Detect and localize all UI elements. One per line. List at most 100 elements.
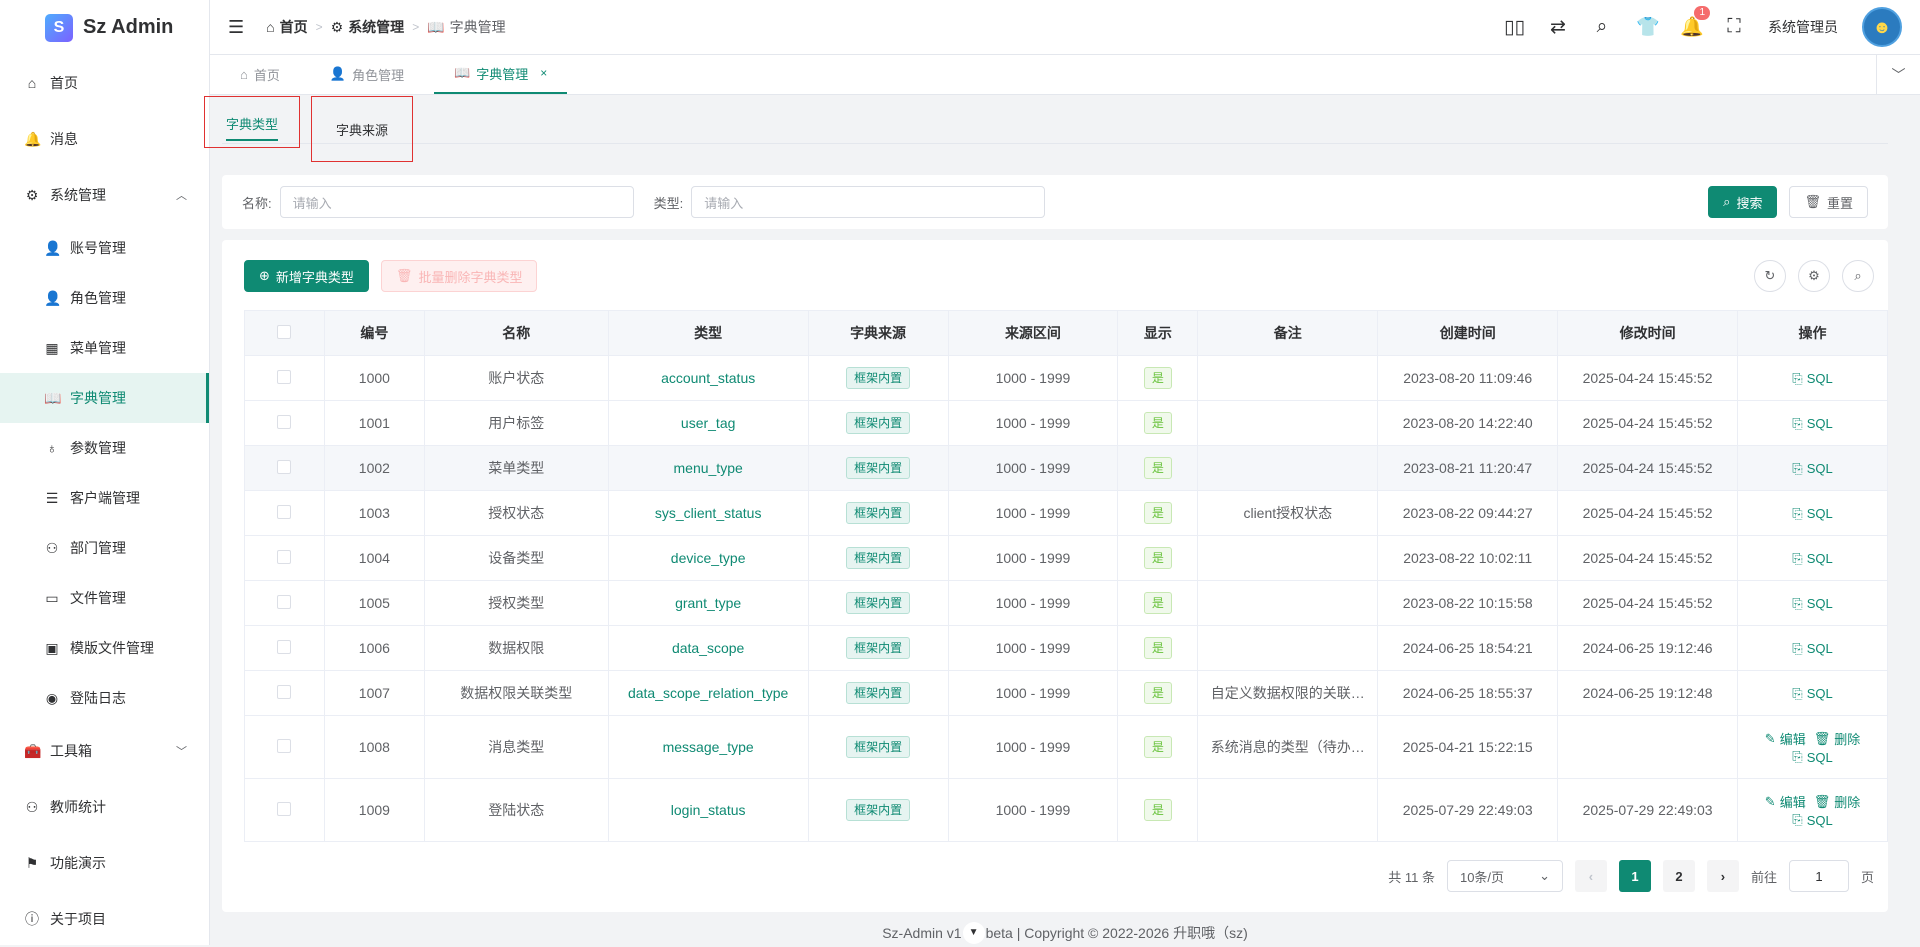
sidebar-item-10[interactable]: ▭ 文件管理 — [0, 573, 209, 623]
select-all-checkbox[interactable] — [277, 324, 292, 339]
sidebar-item-13[interactable]: 🧰 工具箱 ﹀ — [0, 723, 209, 779]
theme-shirt-icon[interactable]: 👕 — [1636, 15, 1660, 39]
breadcrumb-item[interactable]: 📖 字典管理 — [427, 17, 505, 37]
notification-bell-icon[interactable]: 🔔 1 — [1680, 6, 1710, 39]
sql-button[interactable]: ⎘ SQL — [1792, 812, 1832, 828]
sidebar-item-1[interactable]: 🔔 消息 — [0, 111, 209, 167]
fullscreen-icon[interactable]: ⛶ — [1724, 16, 1744, 38]
sidebar-item-6[interactable]: 📖 字典管理 — [0, 373, 209, 423]
sidebar-item-11[interactable]: ▣ 模版文件管理 — [0, 623, 209, 673]
sidebar-item-16[interactable]: ⓘ 关于项目 — [0, 891, 209, 947]
row-checkbox[interactable] — [277, 414, 292, 429]
page-2-button[interactable]: 2 — [1662, 860, 1695, 892]
sql-button[interactable]: ⎘ SQL — [1792, 371, 1832, 387]
delete-button[interactable]: 🗑 删除 — [1814, 729, 1861, 748]
add-dict-type-button[interactable]: ⊕ 新增字典类型 — [244, 260, 369, 292]
row-checkbox[interactable] — [277, 639, 292, 654]
row-checkbox[interactable] — [277, 459, 292, 474]
row-checkbox[interactable] — [277, 684, 292, 699]
translate-icon[interactable]: ⇄ — [1548, 16, 1568, 39]
row-checkbox[interactable] — [277, 801, 292, 816]
row-type-link[interactable]: message_type — [663, 739, 754, 755]
table-row[interactable]: 1008 消息类型 message_type 框架内置 1000 - 1999 是 系统消息… — [244, 715, 1888, 779]
name-search-input[interactable]: 请输入 — [279, 186, 634, 218]
sidebar-item-14[interactable]: ⚇ 教师统计 — [0, 779, 209, 835]
search-icon[interactable]: ⌕ — [1592, 16, 1612, 38]
row-type-link[interactable]: user_tag — [681, 415, 735, 431]
table-row[interactable]: 1005 授权类型 grant_type 框架内置 1000 - 1999 是 2023-0… — [244, 580, 1888, 626]
row-type-link[interactable]: data_scope — [672, 640, 744, 656]
edit-button[interactable]: ✎ 编辑 — [1765, 729, 1806, 748]
sidebar-item-5[interactable]: ▦ 菜单管理 — [0, 323, 209, 373]
table-row[interactable]: 1004 设备类型 device_type 框架内置 1000 - 1999 是 2023-… — [244, 535, 1888, 581]
footer-toggle-icon[interactable]: ▼ — [962, 921, 985, 944]
sidebar-item-3[interactable]: 👤 账号管理 — [0, 223, 209, 273]
table-row[interactable]: 1009 登陆状态 login_status 框架内置 1000 - 1999 是 2025… — [244, 778, 1888, 842]
cell-row-created: 2023-08-22 10:02:11 — [1377, 535, 1559, 581]
row-type-link[interactable]: menu_type — [674, 460, 743, 476]
column-header: 字典来源 — [807, 310, 949, 356]
table-row[interactable]: 1002 菜单类型 menu_type 框架内置 1000 - 1999 是 2023-08… — [244, 445, 1888, 491]
delete-button[interactable]: 🗑 删除 — [1814, 792, 1861, 811]
edit-button[interactable]: ✎ 编辑 — [1765, 792, 1806, 811]
sql-button[interactable]: ⎘ SQL — [1792, 416, 1832, 432]
username[interactable]: 系统管理员 — [1768, 17, 1838, 37]
row-type-link[interactable]: sys_client_status — [655, 505, 762, 521]
row-type-link[interactable]: grant_type — [675, 595, 741, 611]
sidebar-item-7[interactable]: ♁ 参数管理 — [0, 423, 209, 473]
sidebar-item-8[interactable]: ☰ 客户端管理 — [0, 473, 209, 523]
subtab-dict-source[interactable]: 字典来源 — [311, 96, 413, 162]
sql-button[interactable]: ⎘ SQL — [1792, 749, 1832, 765]
sql-button[interactable]: ⎘ SQL — [1792, 551, 1832, 567]
sql-button[interactable]: ⎘ SQL — [1792, 596, 1832, 612]
sql-button[interactable]: ⎘ SQL — [1792, 506, 1832, 522]
menu-toggle-icon[interactable]: ☰ — [228, 17, 244, 38]
tab-0[interactable]: ⌂ 首页 — [220, 54, 300, 94]
search-button[interactable]: ⌕ 搜索 — [1708, 186, 1778, 218]
breadcrumb-item[interactable]: ⚙ 系统管理 — [331, 17, 405, 37]
tabs-more-icon[interactable]: ﹀ — [1876, 55, 1920, 95]
row-checkbox[interactable] — [277, 594, 292, 609]
sidebar-item-12[interactable]: ◉ 登陆日志 — [0, 673, 209, 723]
reset-button[interactable]: 🗑 重置 — [1789, 186, 1868, 218]
close-icon[interactable]: × — [540, 66, 547, 80]
row-checkbox[interactable] — [277, 549, 292, 564]
sidebar-item-9[interactable]: ⚇ 部门管理 — [0, 523, 209, 573]
tab-1[interactable]: 👤 角色管理 — [310, 54, 424, 94]
row-checkbox[interactable] — [277, 504, 292, 519]
row-type-link[interactable]: data_scope_relation_type — [628, 685, 788, 701]
table-row[interactable]: 1006 数据权限 data_scope 框架内置 1000 - 1999 是 2024-0… — [244, 625, 1888, 671]
table-row[interactable]: 1000 账户状态 account_status 框架内置 1000 - 1999 是 20… — [244, 355, 1888, 401]
table-row[interactable]: 1001 用户标签 user_tag 框架内置 1000 - 1999 是 2023-08-… — [244, 400, 1888, 446]
batch-delete-button[interactable]: 🗑 批量删除字典类型 — [380, 260, 538, 292]
sidebar-item-15[interactable]: ⚑ 功能演示 — [0, 835, 209, 891]
row-type-link[interactable]: login_status — [671, 802, 746, 818]
sql-button[interactable]: ⎘ SQL — [1792, 686, 1832, 702]
row-checkbox[interactable] — [277, 369, 292, 384]
row-type-link[interactable]: account_status — [661, 370, 755, 386]
page-size-select[interactable]: 10条/页 ⌄ — [1446, 860, 1563, 892]
breadcrumb-item[interactable]: ⌂ 首页 — [266, 17, 307, 37]
column-settings-icon[interactable]: ⚙ — [1798, 260, 1830, 292]
sql-button[interactable]: ⎘ SQL — [1792, 641, 1832, 657]
sidebar-item-2[interactable]: ⚙ 系统管理 ︿ — [0, 167, 209, 223]
sql-button[interactable]: ⎘ SQL — [1792, 461, 1832, 477]
row-checkbox[interactable] — [277, 738, 292, 753]
sidebar-item-4[interactable]: 👤 角色管理 — [0, 273, 209, 323]
prev-page-button[interactable]: ‹ — [1574, 860, 1607, 892]
toggle-search-icon[interactable]: ⌕ — [1842, 260, 1874, 292]
table-row[interactable]: 1007 数据权限关联类型 data_scope_relation_type 框架内置… — [244, 670, 1888, 716]
avatar[interactable]: ☻ — [1862, 7, 1902, 47]
type-search-input[interactable]: 请输入 — [691, 186, 1046, 218]
layout-icon[interactable]: ▯▯ — [1504, 16, 1525, 39]
page-1-button[interactable]: 1 — [1618, 860, 1651, 892]
subtab-dict-type[interactable]: 字典类型 — [204, 96, 300, 148]
goto-page-input[interactable]: 1 — [1788, 860, 1849, 892]
refresh-icon[interactable]: ↻ — [1754, 260, 1786, 292]
sidebar-item-0[interactable]: ⌂ 首页 — [0, 55, 209, 111]
app-logo[interactable]: S Sz Admin — [0, 0, 209, 55]
tab-2[interactable]: 📖 字典管理 × — [434, 54, 568, 94]
table-row[interactable]: 1003 授权状态 sys_client_status 框架内置 1000 - 1999… — [244, 490, 1888, 536]
next-page-button[interactable]: › — [1706, 860, 1739, 892]
row-type-link[interactable]: device_type — [671, 550, 746, 566]
